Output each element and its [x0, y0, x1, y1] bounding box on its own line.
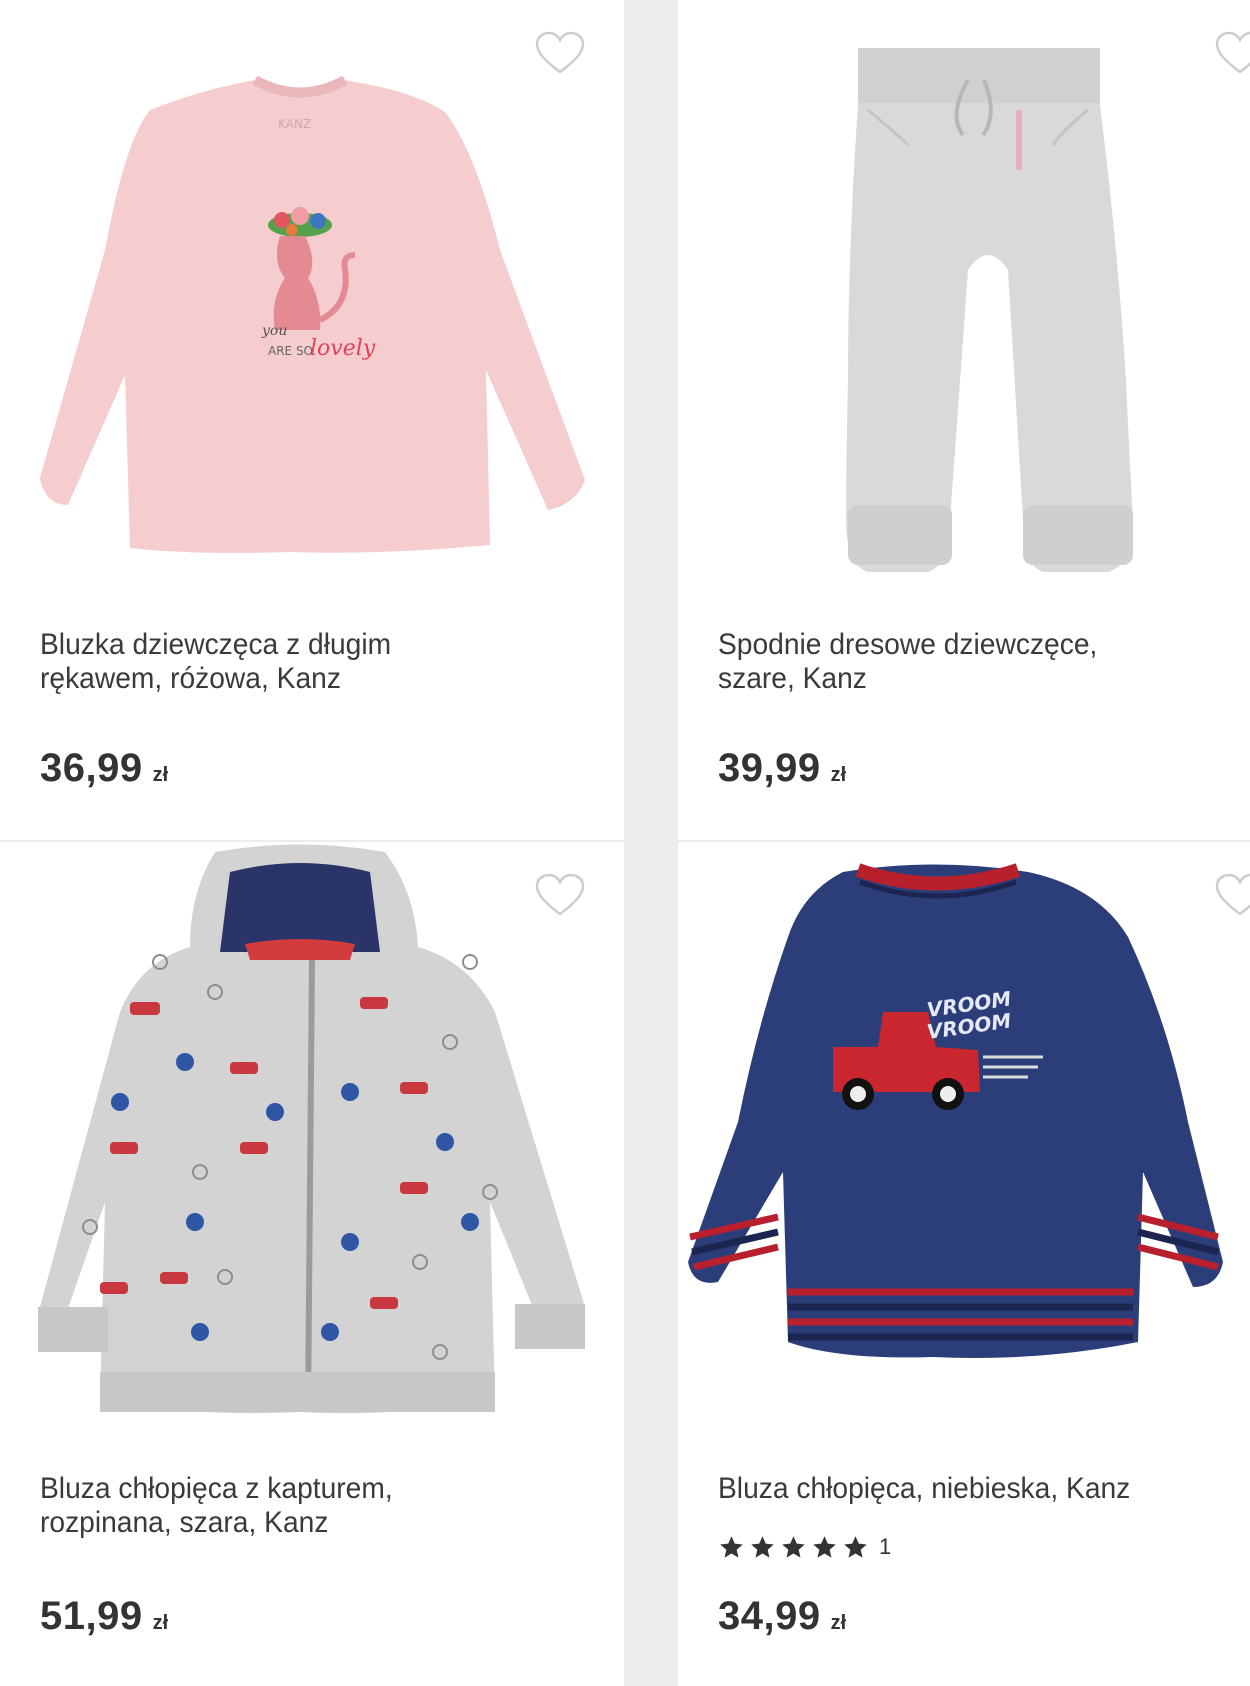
star-icon: [844, 1535, 867, 1558]
svg-text:you: you: [261, 323, 287, 339]
star-icon: [813, 1535, 836, 1558]
rating-count: 1: [879, 1534, 892, 1559]
product-price: 51,99 zł: [40, 1594, 169, 1638]
product-card[interactable]: KANZ you ARE SO lovely Bluzka dziewczęca…: [0, 0, 624, 840]
product-name[interactable]: Bluzka dziewczęca z długim rękawem, różo…: [40, 628, 548, 696]
favorite-heart-icon[interactable]: [534, 872, 586, 918]
product-name[interactable]: Bluza chłopięca, niebieska, Kanz: [718, 1472, 1207, 1506]
svg-text:lovely: lovely: [310, 336, 376, 361]
star-icon: [720, 1535, 743, 1558]
rating[interactable]: 1: [718, 1532, 891, 1562]
star-icon: [751, 1535, 774, 1558]
svg-text:KANZ: KANZ: [278, 117, 311, 131]
product-image-grey-hoodie[interactable]: [0, 842, 624, 1442]
favorite-heart-icon[interactable]: [1214, 872, 1250, 918]
product-image-pink-blouse[interactable]: KANZ you ARE SO lovely: [0, 0, 624, 600]
product-card[interactable]: Bluza chłopięca z kapturem, rozpinana, s…: [0, 842, 624, 1686]
svg-text:ARE SO: ARE SO: [268, 344, 313, 358]
favorite-heart-icon[interactable]: [1214, 30, 1250, 76]
product-image-navy-sweatshirt[interactable]: VROOM VROOM: [678, 842, 1250, 1442]
product-image-grey-sweatpants[interactable]: [678, 0, 1250, 600]
product-price: 34,99 zł: [718, 1594, 847, 1638]
product-price: 39,99 zł: [718, 746, 847, 790]
product-card[interactable]: Spodnie dresowe dziewczęce, szare, Kanz …: [678, 0, 1250, 840]
favorite-heart-icon[interactable]: [534, 30, 586, 76]
product-price: 36,99 zł: [40, 746, 169, 790]
product-card[interactable]: VROOM VROOM Bluza chłopięca, niebieska, …: [678, 842, 1250, 1686]
product-name[interactable]: Bluza chłopięca z kapturem, rozpinana, s…: [40, 1472, 548, 1540]
star-icon: [782, 1535, 805, 1558]
product-name[interactable]: Spodnie dresowe dziewczęce, szare, Kanz: [718, 628, 1207, 696]
